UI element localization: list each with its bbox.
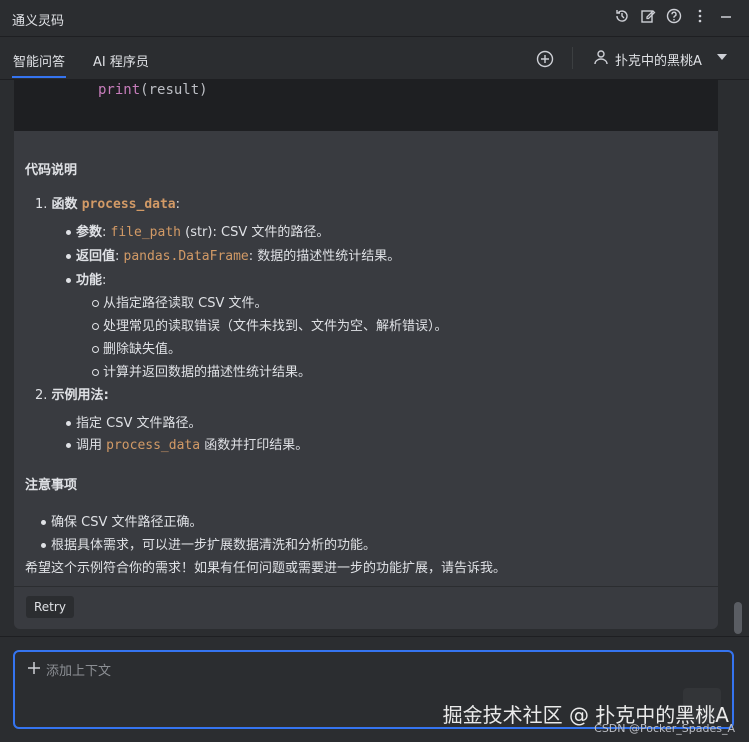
- tab-ai-programmer[interactable]: AI 程序员: [93, 51, 149, 70]
- item-text: : 数据的描述性统计结果。: [248, 249, 401, 264]
- list-item: 2. 示例用法:: [35, 388, 109, 403]
- closing-text: 希望这个示例符合你的需求！如果有任何问题或需要进一步的功能扩展，请告诉我。: [25, 561, 507, 576]
- tab-chat[interactable]: 智能问答: [11, 51, 67, 78]
- user-icon: [593, 49, 609, 69]
- item-label: 参数: [76, 225, 103, 240]
- section-heading-notes: 注意事项: [25, 478, 78, 493]
- dropdown-icon[interactable]: [716, 51, 728, 67]
- item-label: 返回值: [76, 249, 116, 264]
- sub-list-item: 处理常见的读取错误（文件未找到、文件为空、解析错误）。: [92, 315, 448, 334]
- history-icon[interactable]: [613, 7, 631, 25]
- item-text: (str): CSV 文件的路径。: [180, 225, 330, 240]
- answer-card: 代码说明 1. 函数 process_data: 参数: file_path (…: [14, 131, 718, 629]
- divider: [572, 47, 573, 69]
- item-text: 计算并返回数据的描述性统计结果。: [103, 365, 312, 380]
- bullet-icon: [66, 230, 71, 235]
- list-item: 根据具体需求，可以进一步扩展数据清洗和分析的功能。: [41, 534, 376, 553]
- item-text: 处理常见的读取错误（文件未找到、文件为空、解析错误）。: [103, 319, 448, 334]
- list-item: 调用 process_data 函数并打印结果。: [66, 434, 308, 453]
- list-item: 确保 CSV 文件路径正确。: [41, 511, 203, 530]
- edit-icon[interactable]: [639, 7, 657, 25]
- add-context-label: 添加上下文: [46, 664, 112, 679]
- window-title: 通义灵码: [12, 14, 65, 29]
- title-bar-actions: [613, 7, 735, 25]
- item-label: 示例用法: [51, 388, 104, 403]
- bullet-icon: [41, 543, 46, 548]
- item-text: 指定 CSV 文件路径。: [76, 416, 202, 431]
- list-number: 2.: [35, 388, 48, 403]
- code-inline: process_data: [81, 197, 176, 212]
- more-icon[interactable]: [691, 7, 709, 25]
- item-text: 函数并打印结果。: [200, 438, 309, 453]
- add-icon[interactable]: [535, 49, 555, 69]
- circle-bullet-icon: [92, 346, 99, 353]
- bullet-icon: [66, 254, 71, 259]
- list-number: 1.: [35, 197, 48, 212]
- section-heading-code-explanation: 代码说明: [25, 163, 78, 178]
- item-text: 调用: [76, 438, 107, 453]
- circle-bullet-icon: [92, 323, 99, 330]
- help-icon[interactable]: [665, 7, 683, 25]
- code-inline: pandas.DataFrame: [123, 249, 249, 264]
- bullet-icon: [66, 443, 71, 448]
- list-item: 1. 函数 process_data:: [35, 193, 180, 212]
- code-block: print(result): [14, 80, 718, 131]
- add-context-button[interactable]: 添加上下文: [27, 660, 111, 679]
- sub-list-item: 删除缺失值。: [92, 338, 181, 357]
- list-item: 返回值: pandas.DataFrame: 数据的描述性统计结果。: [66, 245, 400, 264]
- bullet-icon: [41, 520, 46, 525]
- list-item: 指定 CSV 文件路径。: [66, 412, 202, 431]
- code-inline: process_data: [106, 438, 201, 453]
- list-item: 功能:: [66, 269, 106, 288]
- title-bar: 通义灵码: [0, 0, 749, 37]
- plus-icon: [27, 661, 41, 679]
- item-text: 根据具体需求，可以进一步扩展数据清洗和分析的功能。: [51, 538, 377, 553]
- item-label: 功能: [76, 273, 103, 288]
- sub-list-item: 从指定路径读取 CSV 文件。: [92, 292, 268, 311]
- retry-button[interactable]: Retry: [26, 596, 74, 618]
- circle-bullet-icon: [92, 369, 99, 376]
- circle-bullet-icon: [92, 300, 99, 307]
- user-name: 扑克中的黑桃A: [615, 53, 702, 69]
- bullet-icon: [66, 421, 71, 426]
- item-text: 从指定路径读取 CSV 文件。: [103, 296, 268, 311]
- item-label: 函数: [51, 197, 78, 212]
- code-inline: file_path: [110, 225, 181, 240]
- item-text: 删除缺失值。: [103, 342, 182, 357]
- bullet-icon: [66, 278, 71, 283]
- item-tail: :: [175, 197, 181, 212]
- watermark-sub: CSDN @Pocker_Spades_A: [594, 722, 735, 735]
- item-text: 确保 CSV 文件路径正确。: [51, 515, 203, 530]
- code-line: print(result): [98, 82, 208, 98]
- user-menu[interactable]: 扑克中的黑桃A: [593, 49, 728, 69]
- tabs-bar: 智能问答 AI 程序员 扑克中的黑桃A: [0, 37, 749, 80]
- scrollbar-thumb[interactable]: [734, 602, 742, 634]
- code-function: print: [98, 82, 141, 98]
- sub-list-item: 计算并返回数据的描述性统计结果。: [92, 361, 311, 380]
- code-args: (result): [140, 82, 208, 98]
- list-item: 参数: file_path (str): CSV 文件的路径。: [66, 221, 329, 240]
- chat-area: print(result) 代码说明 1. 函数 process_data: 参…: [0, 80, 749, 635]
- divider: [14, 586, 718, 587]
- minimize-icon[interactable]: [717, 7, 735, 25]
